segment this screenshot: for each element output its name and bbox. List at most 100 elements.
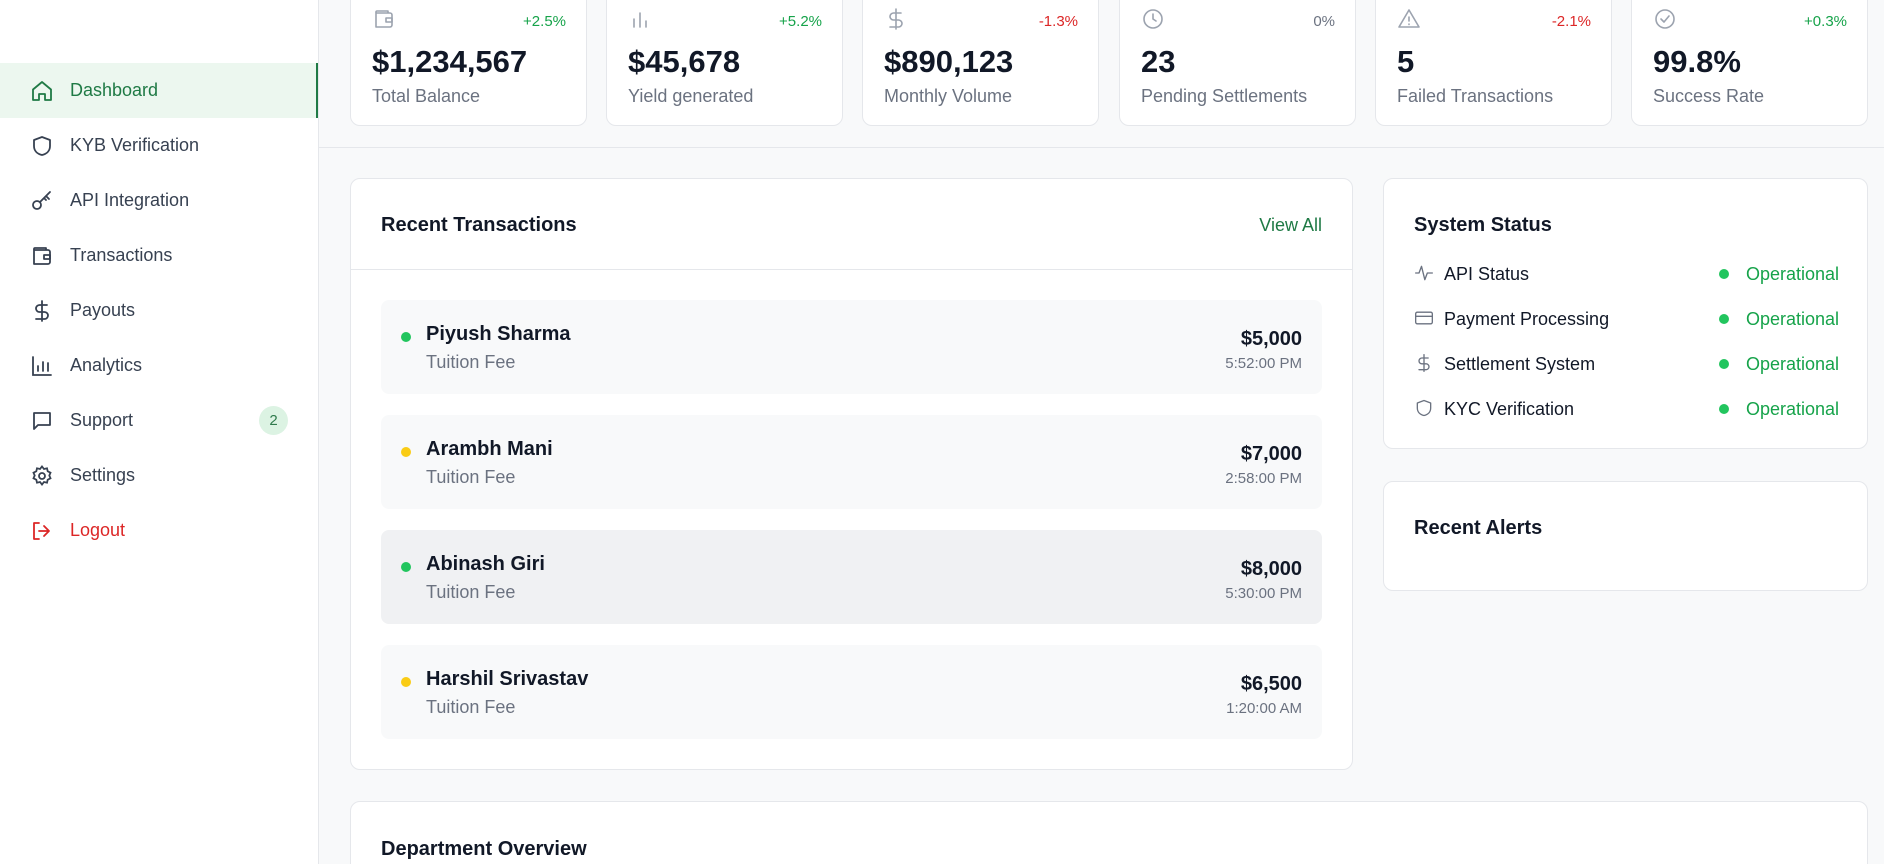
stat-change: +0.3% xyxy=(1804,13,1847,30)
dollar-icon xyxy=(1414,353,1434,373)
department-overview-card: Department Overview xyxy=(350,801,1868,864)
activity-icon xyxy=(1414,263,1434,283)
credit-card-icon xyxy=(1414,308,1434,328)
transaction-row[interactable]: Piyush Sharma Tuition Fee $5,000 5:52:00… xyxy=(381,300,1322,394)
stat-value: $45,678 xyxy=(628,44,741,79)
dollar-icon xyxy=(30,299,54,323)
logout-icon xyxy=(30,519,54,543)
stat-label: Failed Transactions xyxy=(1397,86,1554,106)
sidebar-item-analytics[interactable]: Analytics xyxy=(0,338,318,393)
transaction-name: Arambh Mani xyxy=(426,438,553,460)
status-value: Operational xyxy=(1745,264,1839,284)
status-value: Operational xyxy=(1745,354,1839,374)
sidebar-item-label: Analytics xyxy=(70,355,143,375)
transaction-time: 5:52:00 PM xyxy=(1225,355,1302,372)
wallet-icon xyxy=(372,7,396,31)
transaction-row[interactable]: Arambh Mani Tuition Fee $7,000 2:58:00 P… xyxy=(381,415,1322,509)
transaction-amount: $7,000 xyxy=(1240,443,1302,465)
shield-icon xyxy=(30,134,54,158)
sidebar-item-kyb-verification[interactable]: KYB Verification xyxy=(0,118,318,173)
stat-value: 99.8% xyxy=(1653,44,1741,79)
transaction-description: Tuition Fee xyxy=(426,352,516,372)
main-content: +2.5% $1,234,567 Total Balance +5.2% $45… xyxy=(319,0,1884,864)
sidebar-item-transactions[interactable]: Transactions xyxy=(0,228,318,283)
transaction-row[interactable]: Harshil Srivastav Tuition Fee $6,500 1:2… xyxy=(381,645,1322,739)
sidebar-item-payouts[interactable]: Payouts xyxy=(0,283,318,338)
home-icon xyxy=(30,79,54,103)
sidebar-item-api-integration[interactable]: API Integration xyxy=(0,173,318,228)
sidebar: Dashboard KYB Verification API Integrati… xyxy=(0,0,319,864)
gear-icon xyxy=(30,464,54,488)
transaction-name: Harshil Srivastav xyxy=(426,668,589,690)
system-status-title: System Status xyxy=(1414,214,1552,236)
transaction-row[interactable]: Abinash Giri Tuition Fee $8,000 5:30:00 … xyxy=(381,530,1322,624)
recent-alerts-title: Recent Alerts xyxy=(1414,517,1543,539)
sidebar-item-label: Support xyxy=(70,410,134,430)
stat-card-pending-settlements: 0% 23 Pending Settlements xyxy=(1119,0,1356,126)
sidebar-item-label: Logout xyxy=(70,520,126,540)
stat-change: -1.3% xyxy=(1038,13,1078,30)
stat-label: Total Balance xyxy=(372,86,481,106)
sidebar-nav: Dashboard KYB Verification API Integrati… xyxy=(0,63,318,558)
transaction-amount: $8,000 xyxy=(1240,558,1302,580)
sidebar-item-support[interactable]: Support 2 xyxy=(0,393,318,448)
status-dot xyxy=(1719,404,1729,414)
stat-label: Yield generated xyxy=(628,86,754,106)
transaction-name: Abinash Giri xyxy=(426,553,545,575)
status-name: Payment Processing xyxy=(1444,309,1610,329)
sidebar-item-settings[interactable]: Settings xyxy=(0,448,318,503)
sidebar-item-label: KYB Verification xyxy=(70,135,200,155)
sidebar-item-logout[interactable]: Logout xyxy=(0,503,318,558)
status-value: Operational xyxy=(1745,399,1839,419)
status-row-kyc-verification: KYC Verification Operational xyxy=(1414,394,1839,424)
dollar-icon xyxy=(884,7,908,31)
support-count-badge: 2 xyxy=(259,406,288,435)
stat-card-total-balance: +2.5% $1,234,567 Total Balance xyxy=(350,0,587,126)
stat-change: +2.5% xyxy=(523,13,566,30)
sidebar-item-label: API Integration xyxy=(70,190,190,210)
transaction-description: Tuition Fee xyxy=(426,582,516,602)
sidebar-item-label: Transactions xyxy=(70,245,173,265)
stat-label: Pending Settlements xyxy=(1141,86,1308,106)
department-overview-title: Department Overview xyxy=(381,838,587,860)
stat-label: Success Rate xyxy=(1653,86,1765,106)
warning-icon xyxy=(1397,7,1421,31)
status-name: Settlement System xyxy=(1444,354,1596,374)
message-icon xyxy=(30,409,54,433)
bar-chart-icon xyxy=(628,7,652,31)
sidebar-item-label: Dashboard xyxy=(70,80,159,100)
status-dot xyxy=(401,677,411,687)
transaction-time: 5:30:00 PM xyxy=(1225,585,1302,602)
recent-transactions-card: Recent Transactions View All Piyush Shar… xyxy=(350,178,1353,770)
shield-icon xyxy=(1414,398,1434,418)
stat-change: 0% xyxy=(1313,13,1335,30)
stat-value: 5 xyxy=(1397,44,1415,79)
transaction-time: 1:20:00 AM xyxy=(1226,700,1302,717)
sidebar-item-dashboard[interactable]: Dashboard xyxy=(0,63,318,118)
clock-icon xyxy=(1141,7,1165,31)
transaction-name: Piyush Sharma xyxy=(426,323,571,345)
transaction-amount: $6,500 xyxy=(1240,673,1302,695)
key-icon xyxy=(30,189,54,213)
stat-card-yield-generated: +5.2% $45,678 Yield generated xyxy=(606,0,843,126)
status-dot xyxy=(1719,359,1729,369)
stat-value: $890,123 xyxy=(884,44,1014,79)
stat-label: Monthly Volume xyxy=(884,86,1013,106)
transaction-description: Tuition Fee xyxy=(426,697,516,717)
wallet-icon xyxy=(30,244,54,268)
stats-strip: +2.5% $1,234,567 Total Balance +5.2% $45… xyxy=(319,0,1884,148)
view-all-link[interactable]: View All xyxy=(1259,215,1322,236)
status-dot xyxy=(1719,269,1729,279)
sidebar-item-label: Payouts xyxy=(70,300,136,320)
transaction-description: Tuition Fee xyxy=(426,467,516,487)
status-dot xyxy=(401,447,411,457)
stat-card-success-rate: +0.3% 99.8% Success Rate xyxy=(1631,0,1868,126)
status-dot xyxy=(401,562,411,572)
stat-value: 23 xyxy=(1141,44,1176,79)
transaction-amount: $5,000 xyxy=(1240,328,1302,350)
check-circle-icon xyxy=(1653,7,1677,31)
stat-card-monthly-volume: -1.3% $890,123 Monthly Volume xyxy=(862,0,1099,126)
stat-card-failed-transactions: -2.1% 5 Failed Transactions xyxy=(1375,0,1612,126)
status-row-payment-processing: Payment Processing Operational xyxy=(1414,304,1839,334)
stat-value: $1,234,567 xyxy=(372,44,528,79)
